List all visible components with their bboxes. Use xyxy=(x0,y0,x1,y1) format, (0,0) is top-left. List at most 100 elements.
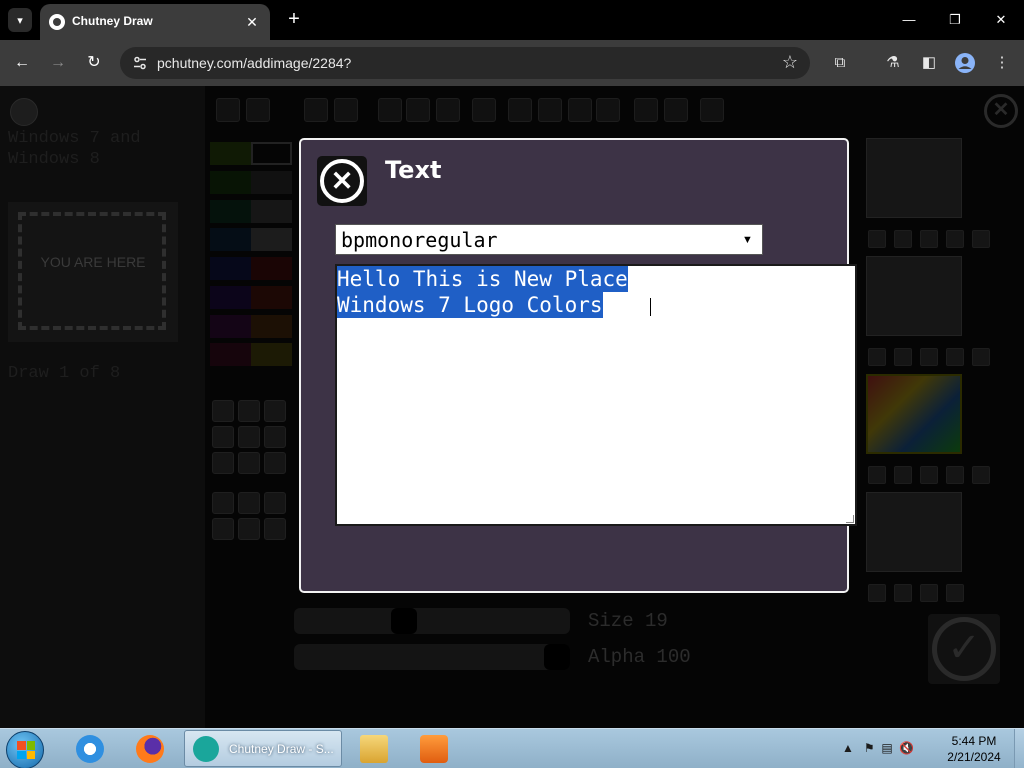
zoom-out-icon[interactable] xyxy=(378,98,402,122)
layer-thumbnail-3-active[interactable] xyxy=(866,374,962,454)
rotate-icon[interactable] xyxy=(568,98,592,122)
layer-merge-icon[interactable] xyxy=(972,230,990,248)
url-text[interactable]: pchutney.com/addimage/2284? xyxy=(157,55,351,71)
show-desktop-button[interactable] xyxy=(1014,729,1024,768)
side-panel-icon[interactable]: ◧ xyxy=(918,52,940,74)
alpha-slider[interactable] xyxy=(294,644,570,670)
layer-visibility-icon[interactable] xyxy=(894,584,912,602)
swatch-magenta[interactable] xyxy=(210,343,251,367)
swatch-orange-red[interactable] xyxy=(251,285,292,309)
swatch-indigo[interactable] xyxy=(210,285,251,309)
site-info-icon[interactable] xyxy=(132,55,148,71)
layer-copy-icon[interactable] xyxy=(946,230,964,248)
swatch-black[interactable] xyxy=(251,142,292,165)
font-select[interactable]: bpmonoregular ▼ xyxy=(335,224,763,255)
move-icon[interactable] xyxy=(436,98,460,122)
back-arrow-icon[interactable]: ← xyxy=(9,50,35,76)
layer-lock-icon[interactable] xyxy=(868,466,886,484)
action-center-flag-icon[interactable]: ⚑ xyxy=(864,741,875,755)
layer-delete-icon[interactable] xyxy=(920,230,938,248)
layer-lock-icon[interactable] xyxy=(868,584,886,602)
redo-icon[interactable] xyxy=(334,98,358,122)
confirm-button[interactable]: ✓ xyxy=(928,614,1000,684)
hand-icon[interactable] xyxy=(472,98,496,122)
save-icon[interactable] xyxy=(216,98,240,122)
network-icon[interactable]: ▤ xyxy=(881,741,892,755)
start-button[interactable] xyxy=(6,731,44,768)
layer-lock-icon[interactable] xyxy=(868,348,886,366)
tab-chutney-draw[interactable]: Chutney Draw ✕ xyxy=(40,4,270,40)
swatch-gray[interactable] xyxy=(251,199,292,223)
filter-icon[interactable] xyxy=(664,98,688,122)
fill-tool-icon[interactable] xyxy=(264,426,286,448)
line-tool-icon[interactable] xyxy=(212,426,234,448)
layer-down-icon[interactable] xyxy=(946,584,964,602)
pencil-tool-icon[interactable] xyxy=(264,400,286,422)
size-slider-thumb[interactable] xyxy=(391,608,417,634)
show-hidden-icons-chevron-icon[interactable]: ▲ xyxy=(842,741,854,755)
minimize-button[interactable]: — xyxy=(886,6,932,34)
window-close-button[interactable]: ✕ xyxy=(978,6,1024,34)
rect-tool-icon[interactable] xyxy=(212,492,234,514)
forward-arrow-icon[interactable]: → xyxy=(45,50,71,76)
layer-delete-icon[interactable] xyxy=(920,466,938,484)
bookmark-star-icon[interactable]: ☆ xyxy=(782,52,798,73)
dialog-close-button[interactable]: ✕ xyxy=(317,156,367,206)
restore-button[interactable]: ❐ xyxy=(932,6,978,34)
layer-delete-icon[interactable] xyxy=(920,348,938,366)
reload-icon[interactable]: ↻ xyxy=(81,50,107,76)
new-tab-button[interactable]: + xyxy=(282,8,306,32)
layer-visibility-icon[interactable] xyxy=(894,230,912,248)
swatch-red[interactable] xyxy=(251,257,292,280)
layer-copy-icon[interactable] xyxy=(946,348,964,366)
square-tool-icon[interactable] xyxy=(264,492,286,514)
alpha-slider-thumb[interactable] xyxy=(544,644,570,670)
swatch-blue[interactable] xyxy=(210,228,251,252)
explorer-pin[interactable] xyxy=(348,731,400,767)
swatch-orange[interactable] xyxy=(251,314,292,338)
swatch-green[interactable] xyxy=(210,170,251,194)
layer-merge-icon[interactable] xyxy=(972,348,990,366)
close-app-icon[interactable]: ✕ xyxy=(984,94,1018,128)
swatch-yellowgreen[interactable] xyxy=(210,142,251,165)
clock[interactable]: 5:44 PM 2/21/2024 xyxy=(936,733,1012,765)
text-tool-icon[interactable] xyxy=(264,452,286,474)
layers-tool-icon[interactable] xyxy=(246,98,270,122)
picker-tool-icon[interactable] xyxy=(212,452,234,474)
layer-visibility-icon[interactable] xyxy=(894,466,912,484)
tab-search-button[interactable]: ▾ xyxy=(8,8,32,32)
size-slider[interactable] xyxy=(294,608,570,634)
layer-thumbnail-1[interactable] xyxy=(866,138,962,218)
swatch-purple[interactable] xyxy=(210,314,251,338)
crop-icon[interactable] xyxy=(634,98,658,122)
resize-grip-icon[interactable] xyxy=(846,515,854,523)
layer-thumbnail-2[interactable] xyxy=(866,256,962,336)
ellipse-tool-icon[interactable] xyxy=(212,518,234,540)
internet-explorer-pin[interactable] xyxy=(64,731,116,767)
eraser-tool-icon[interactable] xyxy=(238,400,260,422)
layer-lock-icon[interactable] xyxy=(868,230,886,248)
task-chutney-draw[interactable]: Chutney Draw - S... xyxy=(184,730,342,767)
grid-icon[interactable] xyxy=(700,98,724,122)
more-menu-icon[interactable]: ⋮ xyxy=(991,52,1013,74)
tab-close-icon[interactable]: ✕ xyxy=(242,12,262,32)
firefox-pin[interactable] xyxy=(124,731,176,767)
text-input-area[interactable]: Hello This is New Place Windows 7 Logo C… xyxy=(335,264,857,526)
labs-flask-icon[interactable]: ⚗ xyxy=(882,52,904,74)
pen-tool-icon[interactable] xyxy=(238,426,260,448)
layer-delete-icon[interactable] xyxy=(920,584,938,602)
brush-tool-icon[interactable] xyxy=(212,400,234,422)
profile-avatar-icon[interactable] xyxy=(954,52,976,74)
resize-icon[interactable] xyxy=(596,98,620,122)
flip-vertical-icon[interactable] xyxy=(538,98,562,122)
swatch-lightgray[interactable] xyxy=(251,228,292,252)
layer-visibility-icon[interactable] xyxy=(894,348,912,366)
flip-horizontal-icon[interactable] xyxy=(508,98,532,122)
swatch-yellow[interactable] xyxy=(251,343,292,367)
zoom-in-icon[interactable] xyxy=(406,98,430,122)
volume-muted-icon[interactable]: 🔇 xyxy=(899,741,914,755)
smudge-tool-icon[interactable] xyxy=(238,452,260,474)
swatch-darkblue[interactable] xyxy=(210,257,251,280)
layer-copy-icon[interactable] xyxy=(946,466,964,484)
rect-fill-tool-icon[interactable] xyxy=(238,492,260,514)
